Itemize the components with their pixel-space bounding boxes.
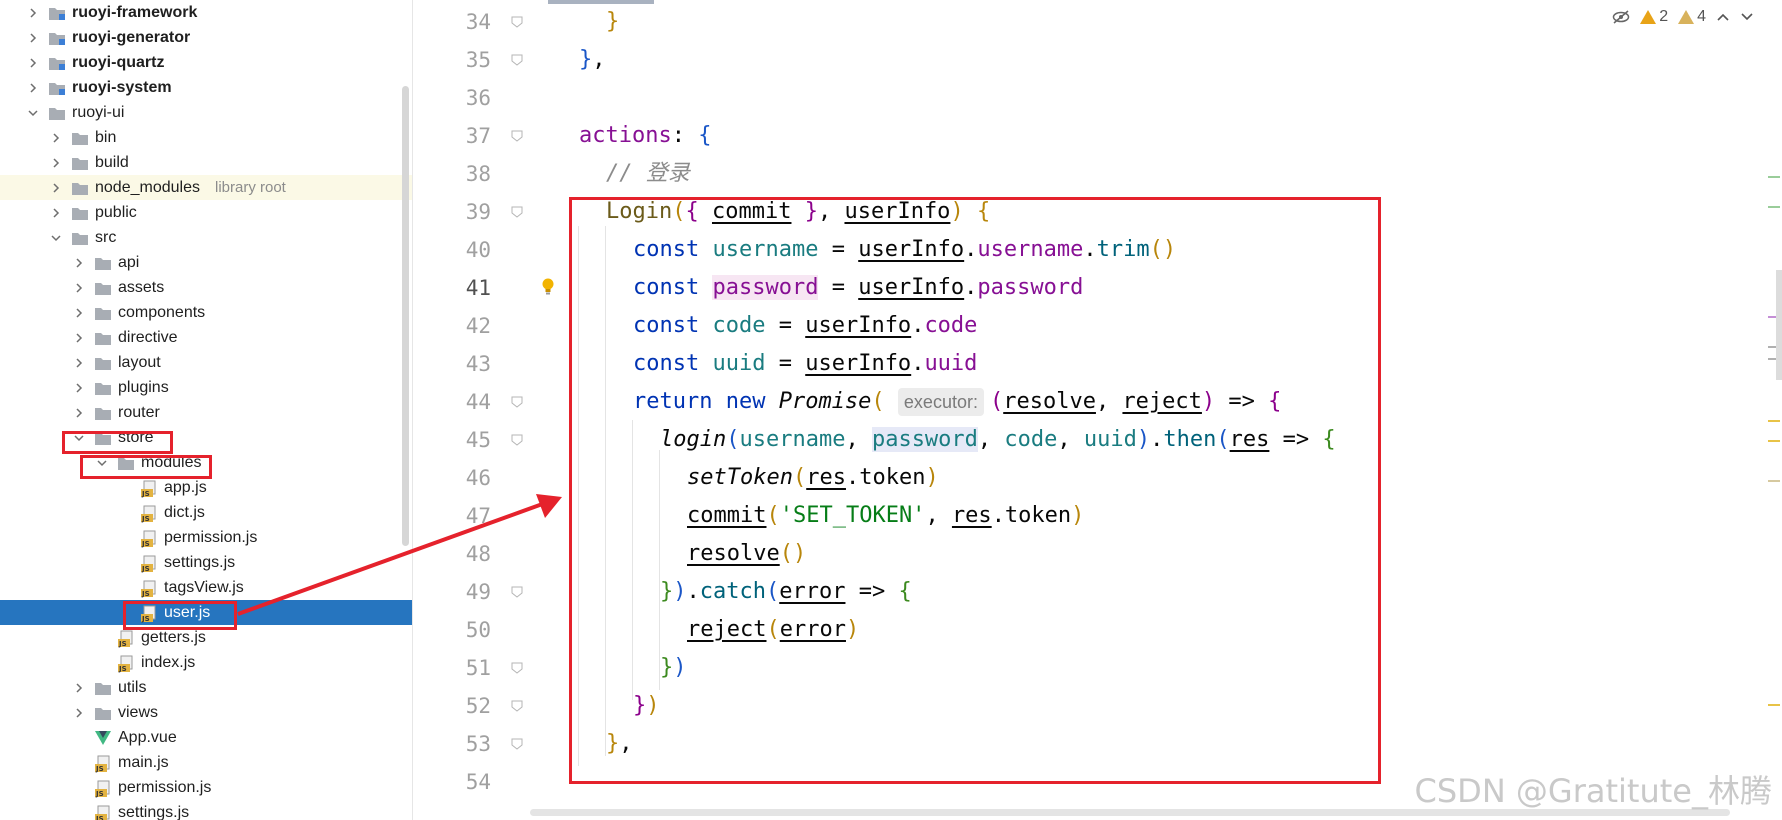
watermark: CSDN @Gratitute_林腾 <box>1414 772 1772 810</box>
annotation-arrow <box>237 494 562 616</box>
